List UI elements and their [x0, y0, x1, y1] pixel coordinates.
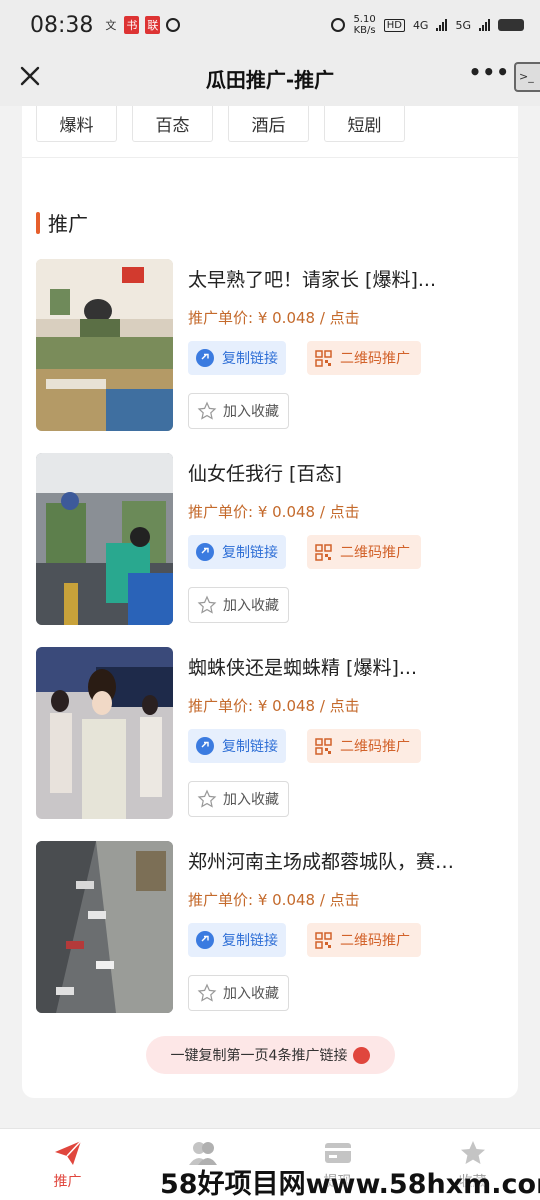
category-row: 爆料 百态 酒后 短剧	[36, 106, 405, 142]
signal-icon	[479, 19, 490, 31]
item-thumbnail[interactable]	[36, 647, 173, 819]
qr-code-icon	[315, 737, 332, 755]
signal-icon	[436, 19, 448, 31]
qr-code-icon	[315, 931, 332, 949]
add-favorite-button[interactable]: 加入收藏	[188, 781, 289, 817]
promo-item: 蜘蛛侠还是蜘蛛精 [爆料]... 推广单价: ¥ 0.048 / 点击 复制链接…	[36, 647, 506, 827]
add-favorite-button[interactable]: 加入收藏	[188, 587, 289, 623]
terminal-icon[interactable]: >_	[514, 62, 540, 92]
status-time: 08:38	[30, 12, 94, 38]
link-icon	[196, 349, 214, 367]
item-price: 推广单价: ¥ 0.048 / 点击	[188, 503, 360, 521]
qr-promo-button[interactable]: 二维码推广	[307, 729, 421, 763]
item-thumbnail[interactable]	[36, 841, 173, 1013]
link-icon	[196, 931, 214, 949]
tab-promote[interactable]: 推广	[0, 1129, 135, 1200]
more-icon[interactable]: •••	[469, 60, 510, 84]
promo-item: 太早熟了吧！请家长 [爆料]... 推广单价: ¥ 0.048 / 点击 复制链…	[36, 259, 506, 439]
qr-code-icon	[315, 543, 332, 561]
site-watermark: 58好项目网www.58hxm.com	[160, 1169, 540, 1200]
street-aerial-image	[36, 841, 173, 1013]
classroom-image	[36, 259, 173, 431]
close-icon[interactable]	[16, 62, 44, 90]
group-photo-image	[36, 647, 173, 819]
alarm-icon	[331, 18, 346, 32]
category-chip[interactable]: 爆料	[36, 106, 117, 142]
promo-item: 仙女任我行 [百态] 推广单价: ¥ 0.048 / 点击 复制链接 二维码推广…	[36, 453, 506, 633]
content-card: 爆料 百态 酒后 短剧 推广 太早熟了吧！请家长 [爆料]... 推广单价: ¥…	[22, 106, 518, 1098]
hd-badge: HD	[383, 18, 405, 32]
section-title: 推广	[48, 212, 88, 236]
link-icon	[196, 737, 214, 755]
paper-plane-icon	[54, 1140, 82, 1165]
copy-link-button[interactable]: 复制链接	[188, 923, 286, 957]
add-favorite-button[interactable]: 加入收藏	[188, 393, 289, 429]
battery-icon	[498, 19, 524, 31]
category-chip[interactable]: 短剧	[324, 106, 405, 142]
section-accent-bar	[36, 211, 40, 234]
item-title: 仙女任我行 [百态]	[188, 463, 342, 485]
divider	[22, 157, 518, 158]
promo-item: 郑州河南主场成都蓉城队，赛… 推广单价: ¥ 0.048 / 点击 复制链接 二…	[36, 841, 506, 1021]
status-right: 5.10 KB/s HD 4G 5G	[331, 14, 524, 36]
add-favorite-button[interactable]: 加入收藏	[188, 975, 289, 1011]
bus-interior-image	[36, 453, 173, 625]
qr-code-icon	[315, 349, 332, 367]
item-price: 推广单价: ¥ 0.048 / 点击	[188, 697, 360, 715]
item-thumbnail[interactable]	[36, 259, 173, 431]
status-app-icon: 文	[105, 19, 117, 32]
link-icon	[353, 1046, 371, 1064]
status-bar: 08:38 文 书 联 5.10 KB/s HD 4G 5G	[0, 0, 540, 50]
item-price: 推广单价: ¥ 0.048 / 点击	[188, 891, 360, 909]
copy-link-button[interactable]: 复制链接	[188, 341, 286, 375]
qr-promo-button[interactable]: 二维码推广	[307, 341, 421, 375]
item-price: 推广单价: ¥ 0.048 / 点击	[188, 309, 360, 327]
item-thumbnail[interactable]	[36, 453, 173, 625]
network-5g: 5G	[455, 18, 471, 32]
star-icon	[197, 983, 217, 1002]
network-4g: 4G	[412, 18, 429, 32]
qr-promo-button[interactable]: 二维码推广	[307, 535, 421, 569]
status-app-icon: 联	[145, 16, 161, 34]
status-app-icon: 书	[124, 16, 140, 34]
section-header: 推广	[36, 208, 88, 237]
category-chip[interactable]: 酒后	[228, 106, 309, 142]
copy-link-button[interactable]: 复制链接	[188, 729, 286, 763]
item-title: 太早熟了吧！请家长 [爆料]...	[188, 269, 436, 291]
item-title: 蜘蛛侠还是蜘蛛精 [爆料]...	[188, 657, 417, 679]
category-chip[interactable]: 百态	[132, 106, 213, 142]
alarm-icon	[166, 18, 181, 32]
copy-all-links-button[interactable]: 一键复制第一页4条推广链接	[146, 1036, 395, 1074]
star-icon	[197, 401, 217, 420]
star-icon	[197, 595, 217, 614]
page-title: 瓜田推广-推广	[205, 67, 335, 92]
star-icon	[197, 789, 217, 808]
copy-link-button[interactable]: 复制链接	[188, 535, 286, 569]
qr-promo-button[interactable]: 二维码推广	[307, 923, 421, 957]
network-speed: 5.10 KB/s	[353, 14, 376, 36]
item-title: 郑州河南主场成都蓉城队，赛…	[188, 851, 455, 873]
link-icon	[196, 543, 214, 561]
nav-bar: 瓜田推广-推广 ••• >_	[0, 50, 540, 106]
